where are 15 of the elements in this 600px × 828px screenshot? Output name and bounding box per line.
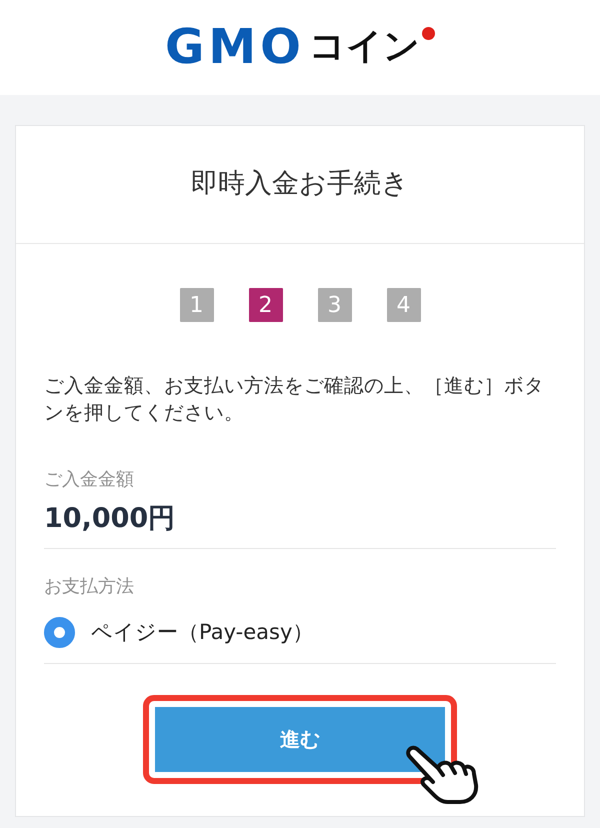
field-label: お支払方法 [44,575,135,599]
step-indicator: 2 [248,288,282,322]
field-label: ご入金金額 [44,468,135,492]
instruction-text: ご入金金額、お支払い方法をご確認の上、［進む］ボタンを押してください。 [44,373,545,426]
page-title: 即時入金お手続き [191,168,409,201]
logo-name-text: コイン [308,28,420,64]
radio-button[interactable] [44,616,75,648]
pointing-hand-icon [403,743,479,805]
step-indicator: 1 [180,288,214,322]
step-indicator: 4 [386,288,420,322]
logo-dot-icon [422,26,435,40]
payment-option[interactable]: ペイジー（Pay-easy） [44,614,314,650]
logo-brand-text: GMO [165,22,305,70]
amount-value: 10,000円 [44,502,176,536]
step-indicator: 3 [318,288,352,322]
